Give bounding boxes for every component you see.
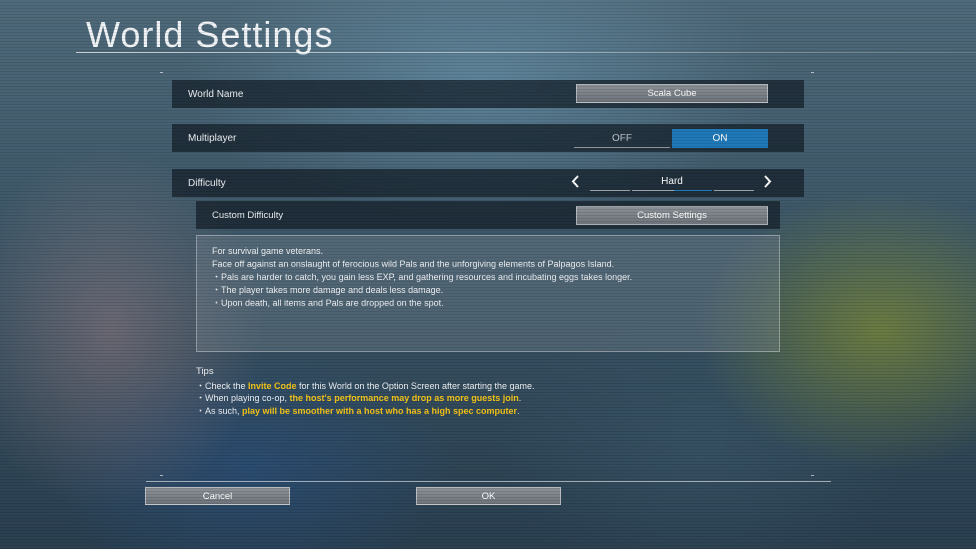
difficulty-level-segment bbox=[590, 190, 630, 191]
panel-corner-mark bbox=[160, 475, 163, 476]
difficulty-label: Difficulty bbox=[188, 177, 226, 189]
tip-line: ・Check the Invite Code for this World on… bbox=[196, 380, 796, 393]
description-line: For survival game veterans. bbox=[212, 246, 324, 256]
world-name-label: World Name bbox=[188, 88, 244, 100]
description-line: ・Pals are harder to catch, you gain less… bbox=[212, 272, 633, 282]
difficulty-description: For survival game veterans. Face off aga… bbox=[196, 235, 780, 352]
multiplayer-row: Multiplayer OFF ON bbox=[172, 124, 804, 152]
tip-line: ・When playing co-op, the host's performa… bbox=[196, 392, 796, 405]
tip-highlight: play will be smoother with a host who ha… bbox=[242, 405, 518, 416]
tip-highlight: the host's performance may drop as more … bbox=[289, 393, 519, 403]
cancel-button[interactable]: Cancel bbox=[145, 487, 290, 505]
chevron-right-icon[interactable] bbox=[763, 175, 772, 191]
tip-text: . bbox=[518, 393, 522, 403]
panel-corner-mark bbox=[811, 475, 814, 476]
panel-corner-mark bbox=[160, 72, 163, 73]
custom-settings-button[interactable]: Custom Settings bbox=[576, 206, 768, 225]
description-line: ・The player takes more damage and deals … bbox=[212, 285, 444, 295]
tip-text: . bbox=[517, 405, 520, 416]
chevron-left-icon[interactable] bbox=[571, 175, 580, 191]
tips-section: Tips ・Check the Invite Code for this Wor… bbox=[196, 366, 796, 417]
tips-title: Tips bbox=[196, 366, 214, 377]
page-title: World Settings bbox=[86, 14, 334, 55]
custom-difficulty-row: Custom Difficulty Custom Settings bbox=[196, 201, 780, 229]
world-name-row: World Name Scala Cube bbox=[172, 80, 804, 108]
title-divider bbox=[76, 52, 976, 53]
tip-text: ・Check the bbox=[196, 380, 249, 391]
tip-text: ・As such, bbox=[196, 405, 243, 416]
description-line: Face off against an onslaught of ferocio… bbox=[212, 259, 615, 269]
difficulty-value: Hard bbox=[661, 176, 683, 187]
tip-highlight: Invite Code bbox=[248, 380, 297, 391]
footer-divider bbox=[146, 481, 831, 482]
world-name-field[interactable]: Scala Cube bbox=[576, 84, 768, 103]
tip-text: ・When playing co-op, bbox=[196, 393, 290, 403]
difficulty-row: Difficulty Hard bbox=[172, 169, 804, 197]
multiplayer-off-toggle[interactable]: OFF bbox=[574, 129, 670, 148]
difficulty-level-segment bbox=[714, 190, 754, 191]
tip-line: ・As such, play will be smoother with a h… bbox=[196, 405, 796, 418]
ok-button[interactable]: OK bbox=[416, 487, 561, 505]
multiplayer-on-toggle[interactable]: ON bbox=[672, 129, 768, 148]
custom-difficulty-label: Custom Difficulty bbox=[212, 210, 284, 221]
description-line: ・Upon death, all items and Pals are drop… bbox=[212, 298, 444, 308]
tip-text: for this World on the Option Screen afte… bbox=[296, 380, 535, 391]
panel-corner-mark bbox=[811, 72, 814, 73]
difficulty-level-segment-active bbox=[674, 190, 712, 191]
multiplayer-label: Multiplayer bbox=[188, 132, 237, 144]
